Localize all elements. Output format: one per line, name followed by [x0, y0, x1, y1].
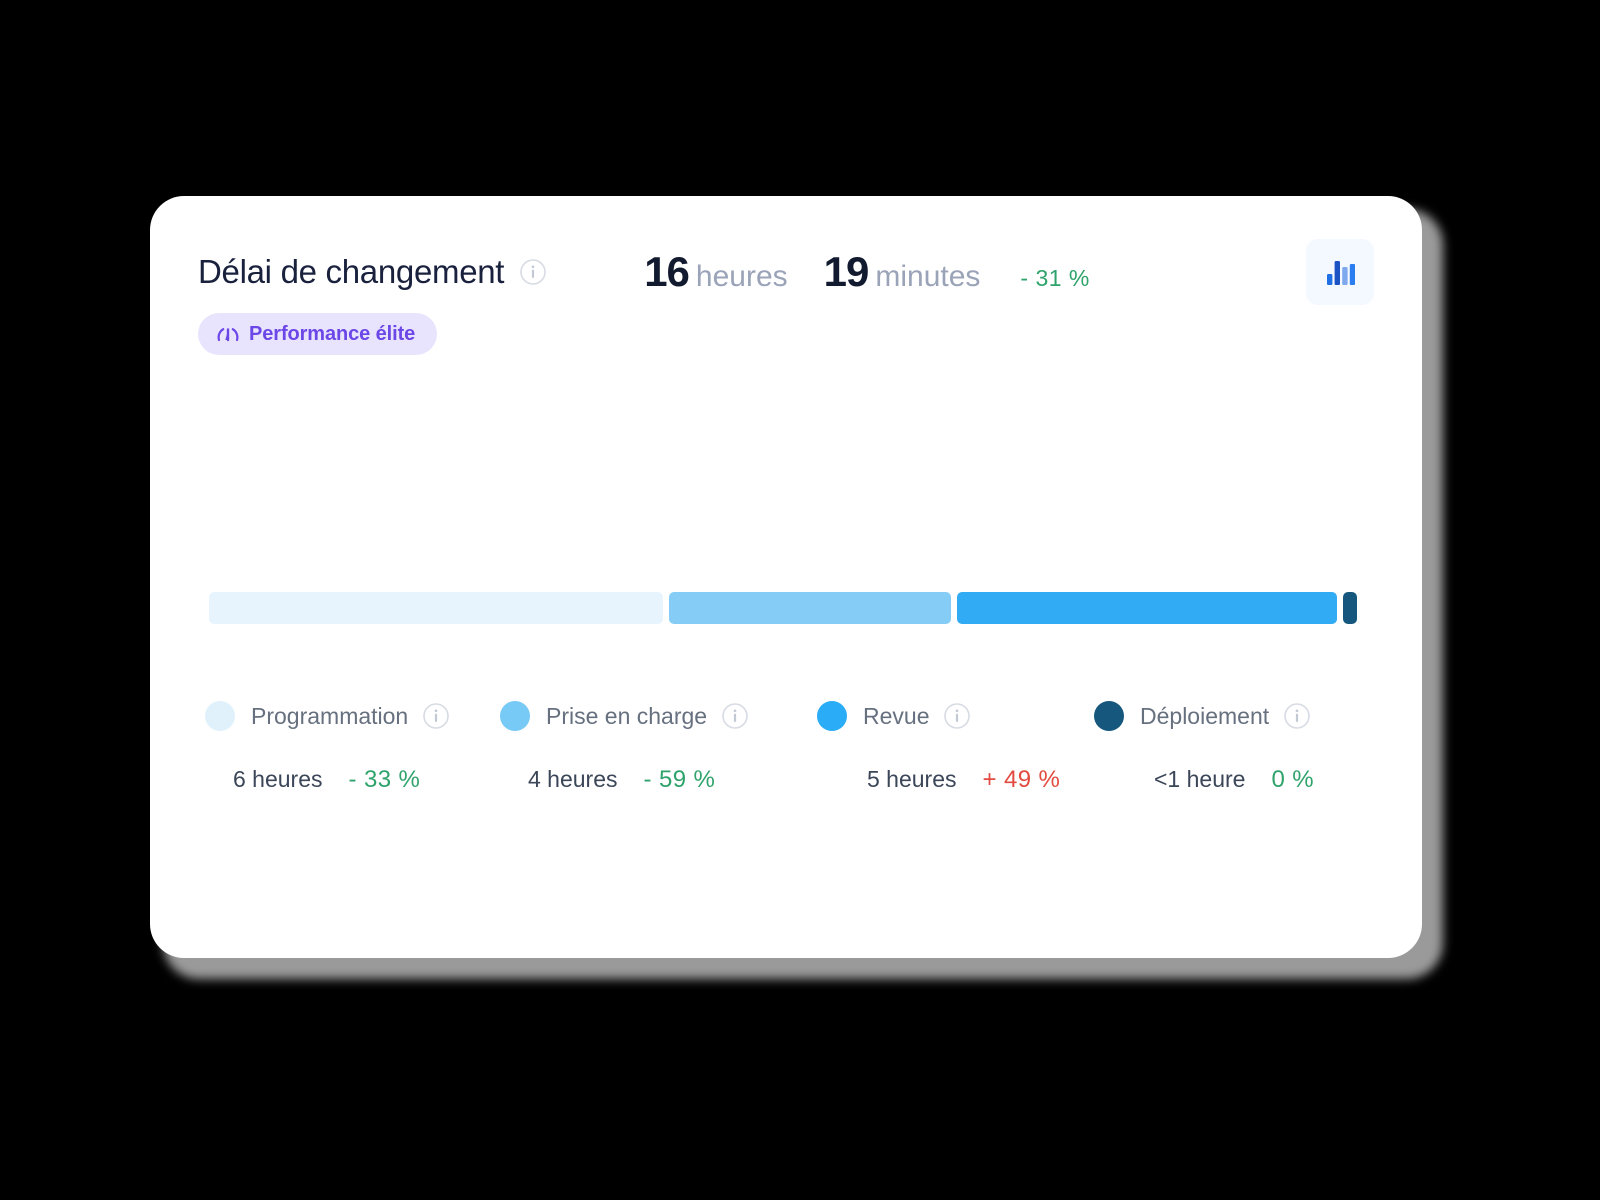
legend-values: 5 heures + 49 % — [817, 766, 1094, 794]
legend-header: Programmation — [205, 696, 500, 736]
legend-info-icon[interactable] — [944, 703, 971, 729]
legend-info-icon[interactable] — [1284, 703, 1310, 729]
legend-dot-icon — [1094, 701, 1124, 731]
legend-delta: 0 % — [1271, 766, 1315, 793]
metric-minutes-value: 19 — [823, 248, 870, 295]
metric-delta: - 31 % — [1020, 265, 1090, 291]
screenshot-root: Délai de changement 16 heures 19 minutes… — [0, 0, 1600, 1200]
legend-time: 6 heures — [233, 766, 323, 792]
legend-dot-icon — [500, 701, 530, 731]
legend-item-deploiement: Déploiement <1 heure 0 % — [1094, 696, 1370, 794]
metric-minutes-unit: minutes — [875, 260, 981, 293]
metric-card: Délai de changement 16 heures 19 minutes… — [150, 196, 1422, 958]
legend: Programmation 6 heures - 33 % Prise en c… — [205, 696, 1370, 794]
legend-delta: + 49 % — [982, 766, 1061, 793]
chart-view-button[interactable] — [1306, 239, 1374, 305]
bar-chart-icon — [1327, 261, 1355, 285]
legend-values: <1 heure 0 % — [1094, 766, 1370, 794]
legend-dot-icon — [817, 701, 847, 731]
legend-header: Revue — [817, 696, 1094, 736]
legend-delta: - 33 % — [348, 766, 421, 793]
page-title: Délai de changement — [198, 253, 505, 290]
legend-dot-icon — [205, 701, 235, 731]
legend-label: Prise en charge — [546, 702, 708, 729]
metric-hours-unit: heures — [695, 260, 788, 293]
legend-header: Déploiement — [1094, 696, 1370, 736]
legend-item-revue: Revue 5 heures + 49 % — [817, 696, 1094, 794]
status-badge-label: Performance élite — [249, 322, 416, 345]
legend-label: Déploiement — [1140, 702, 1270, 729]
legend-info-icon[interactable] — [423, 703, 450, 729]
legend-values: 4 heures - 59 % — [500, 766, 817, 794]
bar-segment-deploiement[interactable] — [1343, 592, 1358, 624]
title-info-icon[interactable] — [520, 259, 546, 285]
legend-time: 4 heures — [528, 766, 618, 792]
gauge-icon — [216, 324, 240, 344]
primary-metric: 16 heures 19 minutes - 31 % — [644, 248, 1090, 296]
legend-item-prise-en-charge: Prise en charge 4 heures - 59 % — [500, 696, 817, 794]
legend-time: <1 heure — [1154, 766, 1246, 792]
legend-header: Prise en charge — [500, 696, 817, 736]
legend-label: Programmation — [251, 702, 409, 729]
stacked-progress-bar — [209, 592, 1361, 624]
legend-delta: - 59 % — [643, 766, 716, 793]
legend-info-icon[interactable] — [722, 703, 748, 729]
card-header: Délai de changement 16 heures 19 minutes… — [198, 239, 1374, 305]
status-badge: Performance élite — [198, 313, 438, 355]
bar-segment-revue[interactable] — [957, 592, 1338, 624]
bar-segment-prise-en-charge[interactable] — [668, 592, 952, 624]
bar-segment-programmation[interactable] — [209, 592, 663, 624]
legend-time: 5 heures — [867, 766, 957, 792]
legend-label: Revue — [863, 702, 930, 729]
metric-hours-value: 16 — [644, 248, 690, 295]
legend-item-programmation: Programmation 6 heures - 33 % — [205, 696, 500, 794]
legend-values: 6 heures - 33 % — [205, 766, 500, 794]
